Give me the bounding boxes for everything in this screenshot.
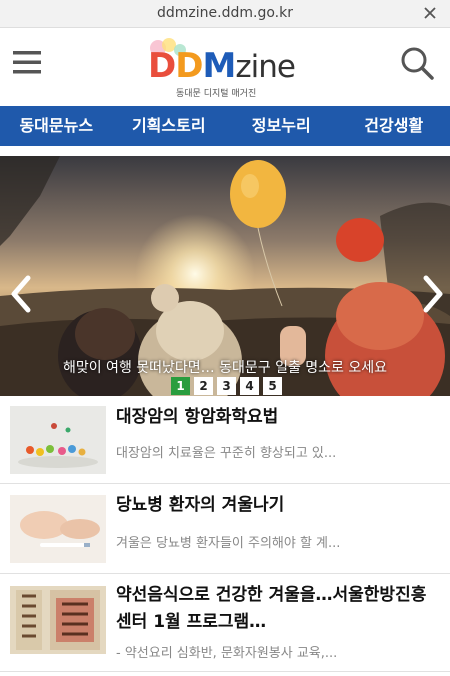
slide-page-button[interactable]: 1 xyxy=(171,377,190,395)
logo-subtitle: 동대문 디지털 매거진 xyxy=(176,89,257,99)
slide-pager: 1 2 3 4 5 xyxy=(171,377,282,395)
site-header: DDMzine 동대문 디지털 매거진 xyxy=(0,28,450,106)
list-item[interactable]: 약선음식으로 건강한 겨울을…서울한방진흥센터 1월 프로그램… - 약선요리 … xyxy=(0,574,450,672)
article-title[interactable]: 대장암의 항암화학요법 xyxy=(116,404,438,431)
list-item[interactable]: 당뇨병 환자의 겨울나기 겨울은 당뇨병 환자들이 주의해야 할 계... xyxy=(0,484,450,574)
search-icon[interactable] xyxy=(400,46,434,80)
article-thumbnail xyxy=(10,406,106,474)
logo-wordmark: DDMzine xyxy=(148,46,296,86)
tab-health[interactable]: 건강생활 xyxy=(338,106,450,146)
list-item[interactable]: 대장암의 항암화학요법 대장암의 치료율은 꾸준히 향상되고 있... xyxy=(0,396,450,484)
article-thumbnail xyxy=(10,586,106,654)
chevron-right-icon[interactable] xyxy=(420,274,446,314)
slide-caption[interactable]: 해맞이 여행 못떠났다면… 동대문구 일출 명소로 오세요 xyxy=(0,357,450,377)
chevron-left-icon[interactable] xyxy=(8,274,34,314)
tab-info[interactable]: 정보누리 xyxy=(225,106,338,146)
hero-slider[interactable]: 해맞이 여행 못떠났다면… 동대문구 일출 명소로 오세요 1 2 3 4 5 xyxy=(0,156,450,396)
tab-news[interactable]: 동대문뉴스 xyxy=(0,106,113,146)
site-logo[interactable]: DDMzine 동대문 디지털 매거진 xyxy=(146,36,306,99)
slide-page-button[interactable]: 4 xyxy=(240,377,259,395)
article-summary: 대장암의 치료율은 꾸준히 향상되고 있... xyxy=(116,446,337,461)
category-nav: 동대문뉴스 기획스토리 정보누리 건강생활 xyxy=(0,106,450,146)
article-title[interactable]: 약선음식으로 건강한 겨울을…서울한방진흥센터 1월 프로그램… xyxy=(116,582,438,636)
hamburger-menu-icon[interactable] xyxy=(13,48,41,76)
slide-page-button[interactable]: 5 xyxy=(263,377,282,395)
article-summary: 겨울은 당뇨병 환자들이 주의해야 할 계... xyxy=(116,536,341,551)
slide-page-button[interactable]: 2 xyxy=(194,377,213,395)
tab-feature-story[interactable]: 기획스토리 xyxy=(113,106,226,146)
article-summary: - 약선요리 심화반, 문화자원봉사 교육,... xyxy=(116,646,338,661)
article-thumbnail xyxy=(10,495,106,563)
url-text[interactable]: ddmzine.ddm.go.kr xyxy=(0,5,450,21)
article-title[interactable]: 당뇨병 환자의 겨울나기 xyxy=(116,492,438,519)
close-icon[interactable] xyxy=(422,5,438,21)
browser-url-bar: ddmzine.ddm.go.kr xyxy=(0,0,450,28)
slide-page-button[interactable]: 3 xyxy=(217,377,236,395)
